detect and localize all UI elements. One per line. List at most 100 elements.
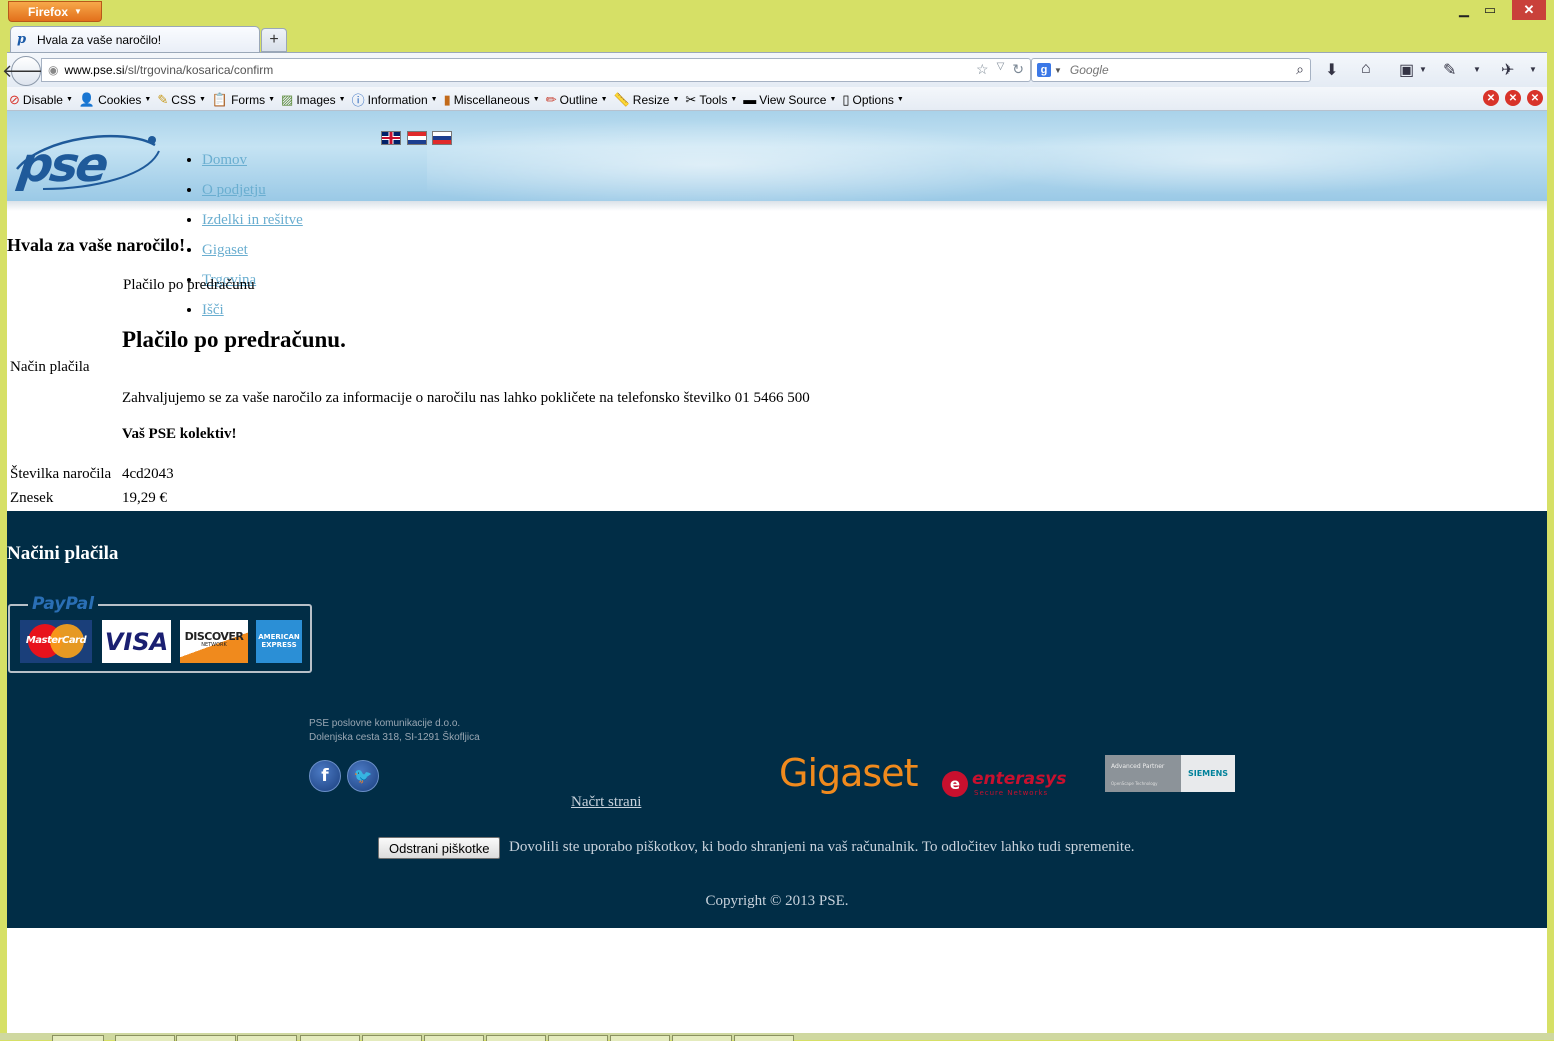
pencil-icon: ✎ [157, 91, 169, 107]
site-logo[interactable]: pse [15, 137, 109, 193]
bookmark-star-icon[interactable]: ☆ [976, 61, 989, 78]
taskbar-button[interactable] [237, 1035, 297, 1041]
remove-cookies-button[interactable]: Odstrani piškotke [378, 837, 501, 859]
order-number-label: Številka naročila [10, 466, 112, 482]
maximize-button[interactable]: ▭ [1478, 0, 1502, 20]
monitor-icon: ▬ [743, 92, 757, 107]
site-footer: Načini plačila PayPal MasterCard VISA DI… [7, 511, 1547, 928]
info-icon: ⓘ [351, 93, 365, 108]
page-title: Hvala za vaše naročilo! [7, 235, 186, 255]
bookmarks-icon[interactable]: ▣ [1399, 60, 1414, 80]
taskbar-button[interactable] [52, 1035, 104, 1041]
mastercard-icon: MasterCard [20, 620, 92, 663]
devbar-cookies[interactable]: 👤 Cookies ▼ [79, 92, 151, 108]
warning-indicator-icon[interactable]: ✕ [1505, 90, 1521, 106]
taskbar-button[interactable] [424, 1035, 484, 1041]
tab-active[interactable]: p Hvala za vaše naročilo! [10, 26, 260, 53]
devbar-options[interactable]: ▯ Options ▼ [842, 92, 903, 108]
amount-value: 19,29 € [122, 490, 167, 506]
nav-link-izdelki[interactable]: Izdelki in rešitve [202, 212, 303, 228]
close-devbar-icon[interactable]: ✕ [1527, 90, 1543, 106]
amex-icon: AMERICAN EXPRESS [256, 620, 302, 663]
error-indicator-icon[interactable]: ✕ [1483, 90, 1499, 106]
visa-icon: VISA [102, 620, 171, 663]
siemens-partner-badge[interactable]: Advanced Partner OpenScape Technology SI… [1105, 755, 1235, 792]
nav-item-gigaset: Gigaset [202, 235, 303, 265]
close-window-button[interactable]: ✕ [1512, 0, 1546, 20]
web-developer-toolbar: ⊘ Disable ▼ 👤 Cookies ▼ ✎ CSS ▼ 📋 Forms ▼ ▨ Image… [7, 87, 1547, 111]
new-tab-button[interactable]: + [261, 28, 287, 52]
url-dropdown-icon[interactable]: ▽ [997, 61, 1005, 78]
flag-slovenian-icon[interactable] [432, 131, 452, 145]
chevron-down-icon[interactable]: ▼ [1473, 65, 1481, 74]
chevron-down-icon[interactable]: ▼ [1054, 66, 1062, 75]
devbar-tools[interactable]: ✂ Tools ▼ [685, 92, 737, 108]
firefox-menu-button[interactable]: Firefox ▼ [8, 1, 102, 22]
taskbar-button[interactable] [734, 1035, 794, 1041]
download-icon[interactable]: ⬇ [1325, 60, 1338, 80]
navigation-toolbar: 🡐 ◉ www.pse.si/sl/trgovina/kosarica/conf… [2, 52, 1547, 87]
addon-icon[interactable]: ✈ [1501, 60, 1514, 80]
chevron-down-icon[interactable]: ▼ [1529, 65, 1537, 74]
devbar-view-source[interactable]: ▬ View Source ▼ [743, 92, 836, 107]
devbar-miscellaneous[interactable]: ▮ Miscellaneous ▼ [444, 92, 540, 108]
options-icon: ▯ [842, 91, 850, 107]
enterasys-logo[interactable]: e enterasys Secure Networks [942, 769, 1082, 801]
devbar-information[interactable]: ⓘ Information ▼ [352, 90, 438, 109]
book-icon: ▮ [443, 91, 451, 107]
nav-link-isci[interactable]: Išči [202, 302, 224, 318]
cookie-user-icon: 👤 [78, 91, 96, 107]
twitter-icon[interactable]: 🐦 [347, 760, 379, 792]
devbar-forms[interactable]: 📋 Forms ▼ [212, 92, 275, 108]
devbar-disable[interactable]: ⊘ Disable ▼ [9, 92, 73, 108]
devbar-images[interactable]: ▨ Images ▼ [281, 92, 346, 108]
enterasys-e-icon: e [942, 771, 968, 797]
taskbar-button[interactable] [548, 1035, 608, 1041]
url-bar[interactable]: ◉ www.pse.si/sl/trgovina/kosarica/confir… [41, 58, 1031, 82]
taskbar-button[interactable] [300, 1035, 360, 1041]
team-signature: Vaš PSE kolektiv! [122, 426, 237, 442]
page-viewport: pse Hvala za vaše naročilo! Domov O podj… [7, 111, 1547, 1033]
payment-method-label: Način plačila [10, 359, 90, 375]
minimize-button[interactable]: ▁ [1452, 0, 1476, 20]
taskbar-button[interactable] [115, 1035, 175, 1041]
thanks-message: Zahvaljujemo se za vaše naročilo za info… [122, 390, 810, 406]
nav-item-izdelki: Izdelki in rešitve [202, 205, 303, 235]
search-input[interactable] [1067, 62, 1292, 78]
paypal-logo: PayPal [28, 594, 99, 614]
devbar-css[interactable]: ✎ CSS ▼ [157, 92, 206, 108]
devbar-resize[interactable]: 📏 Resize ▼ [614, 92, 680, 108]
nav-link-gigaset[interactable]: Gigaset [202, 242, 248, 258]
nav-item-o-podjetju: O podjetju [202, 175, 303, 205]
discover-icon: DISCOVER NETWORK [180, 620, 248, 663]
search-bar[interactable]: g ▼ ⌕ [1031, 58, 1311, 82]
url-text: www.pse.si/sl/trgovina/kosarica/confirm [64, 63, 274, 77]
taskbar-button[interactable] [362, 1035, 422, 1041]
flag-croatian-icon[interactable] [407, 131, 427, 145]
nav-item-isci: Išči [202, 295, 303, 325]
os-taskbar [0, 1033, 1554, 1041]
reload-icon[interactable]: ↻ [1012, 61, 1024, 78]
nav-link-o-podjetju[interactable]: O podjetju [202, 182, 266, 198]
facebook-icon[interactable]: f [309, 760, 341, 792]
home-icon[interactable]: ⌂ [1361, 60, 1371, 78]
back-button[interactable]: 🡐 [2, 56, 50, 86]
flag-english-icon[interactable] [381, 131, 401, 145]
search-icon[interactable]: ⌕ [1296, 61, 1304, 78]
payment-methods-heading: Načini plačila [7, 543, 119, 564]
eyedropper-icon[interactable]: ✎ [1443, 60, 1456, 80]
taskbar-button[interactable] [610, 1035, 670, 1041]
globe-icon: ◉ [48, 63, 59, 77]
google-engine-icon[interactable]: g [1037, 63, 1051, 77]
taskbar-button[interactable] [176, 1035, 236, 1041]
gigaset-logo[interactable]: Gigaset [779, 751, 918, 795]
devbar-outline[interactable]: ✏ Outline ▼ [546, 92, 608, 108]
sitemap-link[interactable]: Načrt strani [571, 794, 641, 811]
disable-icon: ⊘ [9, 91, 20, 107]
ruler-icon: 📏 [613, 91, 630, 107]
nav-link-domov[interactable]: Domov [202, 152, 247, 168]
chevron-down-icon[interactable]: ▼ [1419, 65, 1427, 74]
tools-icon: ✂ [685, 91, 697, 107]
taskbar-button[interactable] [486, 1035, 546, 1041]
taskbar-button[interactable] [672, 1035, 732, 1041]
